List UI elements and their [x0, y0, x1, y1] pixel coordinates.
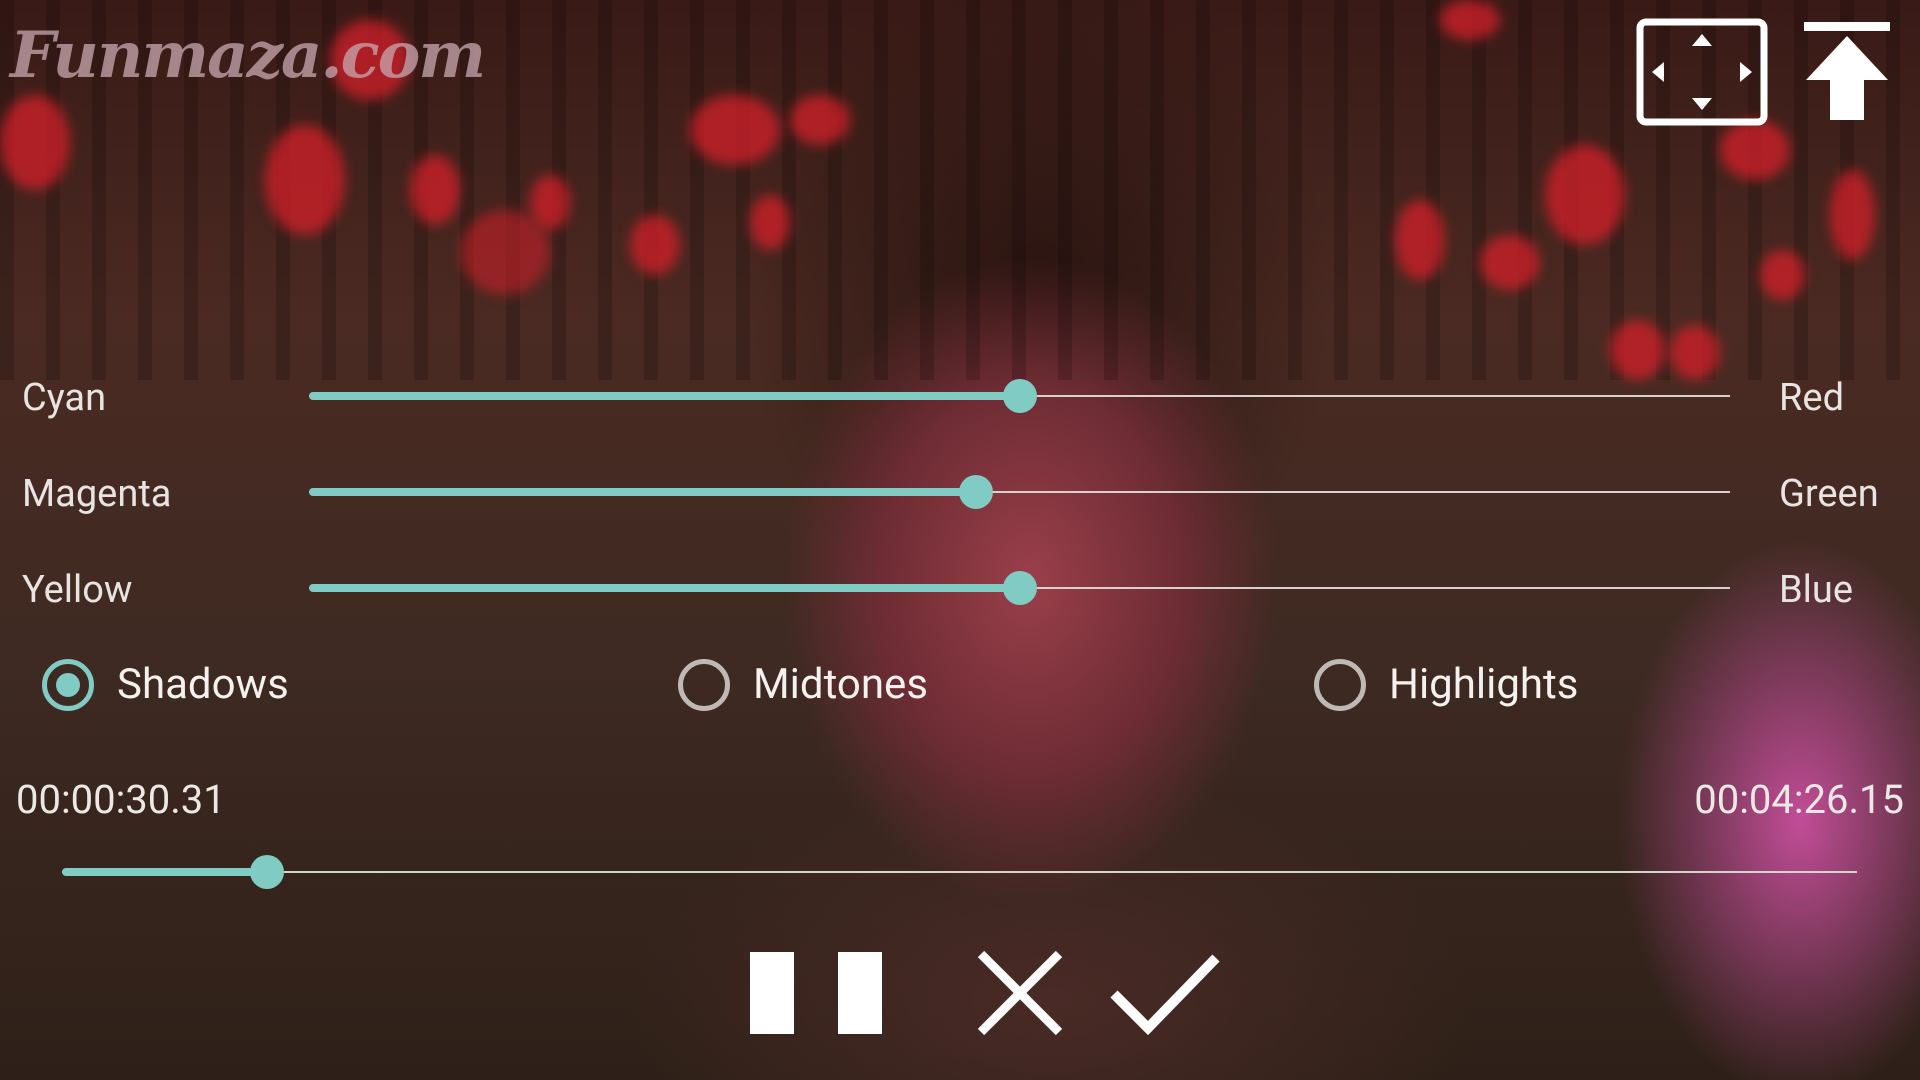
seek-bar-thumb[interactable] [250, 855, 284, 889]
confirm-button[interactable] [1110, 952, 1220, 1036]
cyan-label: Cyan [22, 376, 107, 420]
seek-bar-track[interactable] [62, 871, 1857, 873]
bokeh-light [690, 95, 780, 165]
green-label: Green [1779, 472, 1879, 516]
yellow-blue-slider-fill [309, 584, 1020, 592]
highlights-radio[interactable] [1314, 659, 1366, 711]
bokeh-light [790, 95, 850, 145]
magenta-green-slider-fill [309, 488, 976, 496]
shadows-label[interactable]: Shadows [117, 664, 289, 706]
magenta-label: Magenta [22, 472, 172, 516]
bokeh-light [750, 195, 790, 250]
magenta-green-slider-thumb[interactable] [959, 475, 993, 509]
bokeh-light [1830, 170, 1875, 260]
close-icon [977, 950, 1063, 1036]
check-icon [1110, 954, 1220, 1036]
bokeh-light [530, 175, 570, 230]
blue-label: Blue [1779, 568, 1854, 612]
midtones-radio[interactable] [678, 659, 730, 711]
pause-button[interactable] [748, 950, 884, 1036]
midtones-label[interactable]: Midtones [753, 664, 928, 706]
yellow-label: Yellow [22, 568, 133, 612]
cyan-red-slider-thumb[interactable] [1003, 379, 1037, 413]
upload-button[interactable] [1800, 22, 1894, 122]
seek-bar-fill [62, 868, 267, 876]
fit-screen-button[interactable] [1636, 18, 1768, 126]
bokeh-light [1545, 145, 1625, 245]
bokeh-light [265, 125, 345, 235]
bokeh-light [1440, 0, 1500, 40]
bokeh-light [1670, 325, 1720, 380]
bokeh-light [1480, 235, 1540, 290]
bokeh-light [410, 155, 460, 225]
pause-icon [750, 952, 882, 1034]
yellow-blue-slider-thumb[interactable] [1003, 571, 1037, 605]
bokeh-light [630, 215, 680, 275]
video-frame [0, 0, 1920, 1080]
bokeh-light [1610, 320, 1665, 380]
bokeh-light [1760, 250, 1805, 300]
cancel-button[interactable] [975, 950, 1065, 1036]
highlights-label[interactable]: Highlights [1389, 664, 1578, 706]
current-time: 00:00:30.31 [16, 776, 226, 823]
bokeh-light [0, 95, 70, 190]
shadows-radio[interactable] [42, 659, 94, 711]
cyan-red-slider-fill [309, 392, 1020, 400]
watermark-logo: Funmaza.com [10, 18, 486, 93]
upload-icon [1804, 22, 1890, 120]
bokeh-light [1720, 120, 1790, 180]
fit-screen-icon [1636, 18, 1768, 126]
red-label: Red [1779, 376, 1844, 420]
bokeh-light [1395, 200, 1445, 280]
total-time: 00:04:26.15 [1694, 776, 1904, 823]
